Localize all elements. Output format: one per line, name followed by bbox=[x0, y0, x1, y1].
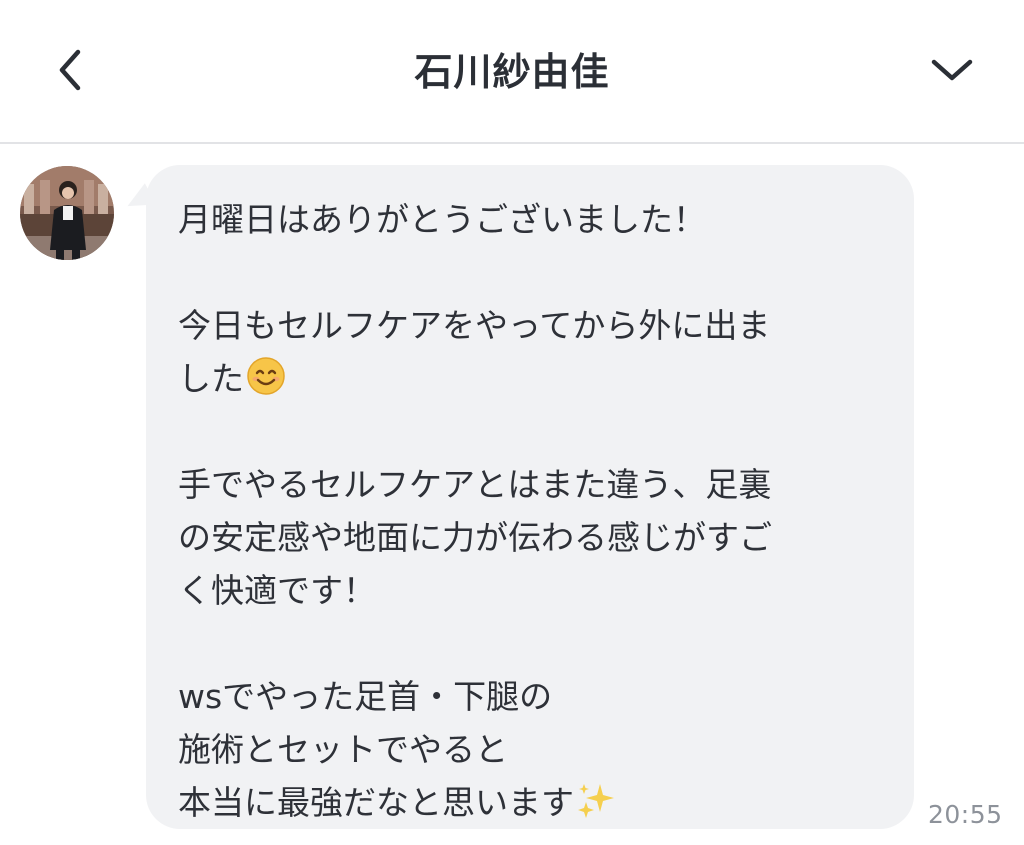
message-line: した bbox=[178, 352, 884, 405]
chevron-down-icon bbox=[931, 59, 973, 81]
message-line: の安定感や地面に力が伝わる感じがすご bbox=[178, 518, 772, 557]
message-bubble[interactable]: 月曜日はありがとうございました！ 今日もセルフケアをやってから外に出ま した 手… bbox=[146, 165, 914, 829]
back-button[interactable] bbox=[40, 38, 100, 102]
person-photo-avatar bbox=[20, 166, 114, 260]
message-text: 本当に最強だなと思います bbox=[178, 783, 574, 822]
message-line: 今日もセルフケアをやってから外に出ま bbox=[178, 306, 771, 345]
sparkles-emoji bbox=[576, 780, 616, 835]
message-line: 手でやるセルフケアとはまた違う、足裏 bbox=[178, 465, 772, 504]
message-line: く快適です！ bbox=[178, 571, 376, 610]
message-text: した bbox=[178, 359, 244, 398]
avatar[interactable] bbox=[20, 166, 114, 260]
message-line: wsでやった足首・下腿の bbox=[178, 677, 553, 716]
chat-header: 石川紗由佳 bbox=[0, 0, 1024, 144]
message-line: 月曜日はありがとうございました！ bbox=[178, 200, 706, 239]
message-line: 本当に最強だなと思います bbox=[178, 776, 884, 829]
message-line: 施術とセットでやると bbox=[178, 730, 508, 769]
chevron-left-icon bbox=[59, 49, 81, 91]
message-timestamp: 20:55 bbox=[928, 800, 1003, 829]
smiling-face-emoji bbox=[246, 356, 286, 411]
menu-dropdown-button[interactable] bbox=[920, 38, 984, 102]
chat-title: 石川紗由佳 bbox=[414, 50, 610, 94]
